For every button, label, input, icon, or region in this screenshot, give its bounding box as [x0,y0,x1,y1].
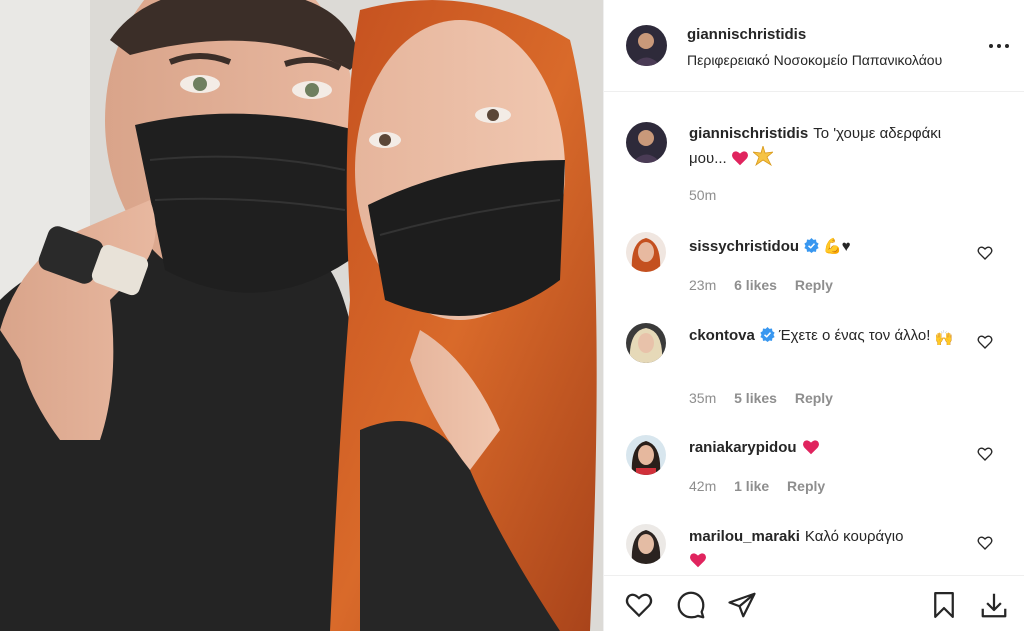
comment-like-heart-icon[interactable] [977,535,993,551]
more-options-icon[interactable] [986,36,1012,56]
avatar[interactable] [626,323,666,363]
red-heart-icon [802,439,820,463]
comment-text-block: raniakarypidou [689,436,981,463]
post-photo[interactable] [0,0,603,631]
comment-username[interactable]: sissychristidou [689,238,799,255]
comment-meta: 42m 1 like Reply [689,478,839,494]
comment-likes[interactable]: 6 likes [734,277,777,293]
comment-like-heart-icon[interactable] [977,245,993,261]
comment-icon[interactable] [676,590,706,620]
caption-meta: 50m [689,187,730,203]
heart-icon[interactable] [624,590,654,620]
comment-emoji: 💪♥ [823,238,851,255]
avatar[interactable] [626,122,667,163]
comment-username[interactable]: marilou_maraki [689,528,800,545]
action-bar [604,575,1024,631]
comment-likes[interactable]: 1 like [734,478,769,494]
avatar[interactable] [626,524,666,564]
comment-row: raniakarypidou 42m 1 like Reply [604,430,1024,508]
comment-text: Καλό κουράγιο [804,528,904,545]
comments-list[interactable]: giannischristidis Το 'χουμε αδερφάκι μου.… [604,93,1024,575]
comment-text-block: sissychristidou 💪♥ [689,235,981,259]
comment-timestamp: 23m [689,277,717,293]
post-username[interactable]: giannischristidis [687,26,806,43]
comment-text-block: marilou_maraki Καλό κουράγιο [689,525,981,575]
comment-row: sissychristidou 💪♥ 23m 6 likes Reply [604,229,1024,307]
sparkle-icon [751,144,775,174]
download-icon[interactable] [979,590,1009,620]
caption-text-block: giannischristidis Το 'χουμε αδερφάκι μου.… [689,122,981,174]
comment-username[interactable]: raniakarypidou [689,439,797,456]
avatar[interactable] [626,25,667,66]
avatar[interactable] [626,435,666,475]
share-icon[interactable] [727,590,757,620]
comment-row: marilou_maraki Καλό κουράγιο [604,519,1024,575]
caption-timestamp: 50m [689,187,717,203]
comment-text: Έχετε ο ένας τον άλλο! [778,327,931,344]
comment-like-heart-icon[interactable] [977,334,993,350]
comment-likes[interactable]: 5 likes [734,390,777,406]
comment-emoji: 🙌 [934,330,954,347]
reply-button[interactable]: Reply [795,390,833,406]
comment-meta: 23m 6 likes Reply [689,277,847,293]
photo-illustration [0,0,603,631]
comment-timestamp: 42m [689,478,717,494]
comment-timestamp: 35m [689,390,717,406]
verified-badge-icon [760,326,775,342]
comment-like-heart-icon[interactable] [977,446,993,462]
verified-badge-icon [804,237,819,253]
comment-text-block: ckontova Έχετε ο ένας τον άλλο! 🙌 [689,324,981,351]
post-location[interactable]: Περιφερειακό Νοσοκομείο Παπανικολάου [687,52,942,68]
red-heart-icon [689,552,707,575]
reply-button[interactable]: Reply [787,478,825,494]
bookmark-icon[interactable] [929,590,959,620]
comment-row: ckontova Έχετε ο ένας τον άλλο! 🙌 35m 5 l… [604,318,1024,418]
comment-meta: 35m 5 likes Reply [689,390,847,406]
reply-button[interactable]: Reply [795,277,833,293]
red-heart-icon [731,150,749,174]
caption-username[interactable]: giannischristidis [689,125,808,142]
post-header: giannischristidis Περιφερειακό Νοσοκομεί… [604,0,1024,92]
comment-username[interactable]: ckontova [689,327,755,344]
post-sidebar: giannischristidis Περιφερειακό Νοσοκομεί… [603,0,1024,631]
caption: giannischristidis Το 'χουμε αδερφάκι μου.… [604,119,1024,209]
avatar[interactable] [626,232,666,272]
